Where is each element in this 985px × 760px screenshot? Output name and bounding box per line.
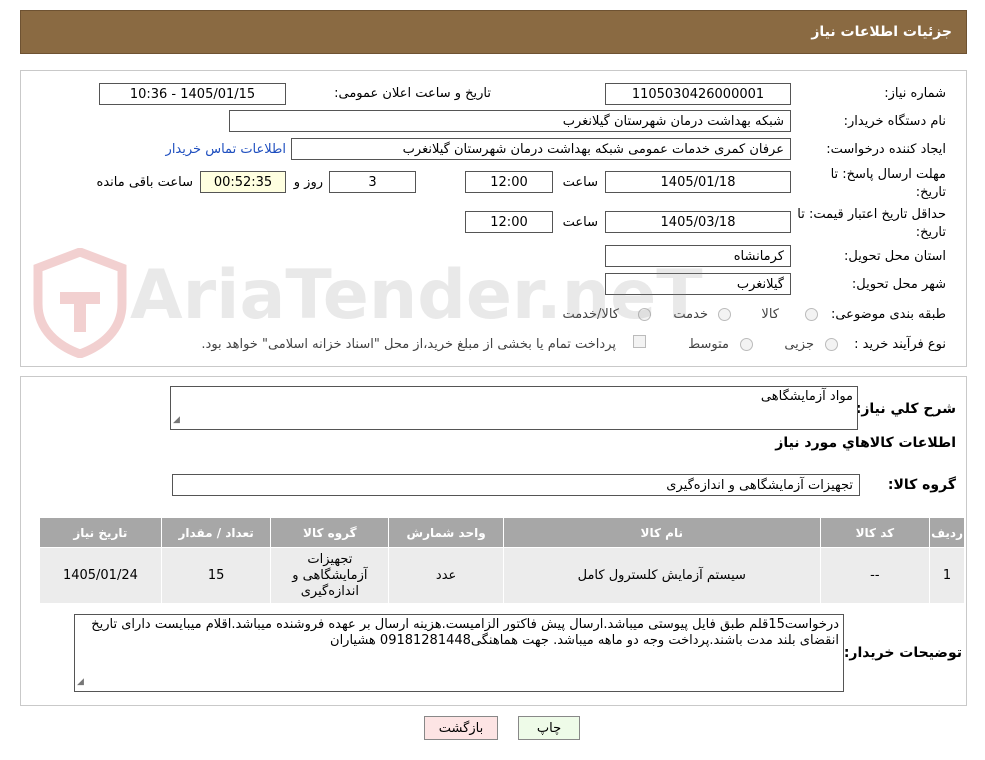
deadline-time-label: ساعت	[562, 175, 598, 190]
category-service-label: خدمت	[673, 307, 708, 322]
days-label: روز و	[293, 175, 323, 190]
page-header: جزئیات اطلاعات نیاز	[20, 10, 967, 54]
validity-time-label: ساعت	[562, 215, 598, 230]
province-field[interactable]: کرمانشاه	[605, 245, 791, 267]
category-both-radio[interactable]	[638, 308, 651, 321]
col-group: گروه کالا	[270, 517, 390, 548]
col-row-number: ردیف	[929, 517, 965, 548]
category-goods-radio[interactable]	[805, 308, 818, 321]
cell-item-name: سیستم آزمایش کلسترول کامل	[502, 547, 821, 604]
process-minor-radio[interactable]	[825, 338, 838, 351]
request-info-panel: شماره نیاز: 1105030426000001 تاریخ و ساع…	[20, 70, 967, 367]
col-quantity: تعداد / مقدار	[160, 517, 272, 548]
summary-textarea[interactable]: مواد آزمایشگاهی ◢	[170, 386, 858, 430]
back-button[interactable]: بازگشت	[424, 716, 498, 740]
buyer-contact-link[interactable]: اطلاعات تماس خریدار	[166, 142, 286, 157]
need-number-label: شماره نیاز:	[884, 86, 946, 101]
validity-label: حداقل تاریخ اعتبار قیمت: تا تاریخ:	[797, 207, 946, 240]
category-goods-label: کالا	[761, 307, 779, 322]
creator-field[interactable]: عرفان کمری خدمات عمومی شبکه بهداشت درمان…	[291, 138, 791, 160]
category-both-label: کالا/خدمت	[562, 307, 619, 322]
cell-group: تجهیزات آزمایشگاهی و اندازه‌گیری	[270, 547, 390, 604]
announce-datetime-field[interactable]: 1405/01/15 - 10:36	[99, 83, 286, 105]
buyer-notes-text: درخواست15قلم طبق فایل پیوستی میباشد.ارسا…	[91, 617, 839, 648]
city-label: شهر محل تحویل:	[851, 277, 946, 292]
resize-grip-icon[interactable]: ◢	[173, 412, 180, 428]
goods-table-header: ردیف کد کالا نام کالا واحد شمارش گروه کا…	[39, 517, 965, 548]
col-item-code: کد کالا	[819, 517, 931, 548]
print-button[interactable]: چاپ	[518, 716, 580, 740]
buyer-notes-textarea[interactable]: درخواست15قلم طبق فایل پیوستی میباشد.ارسا…	[74, 614, 844, 692]
process-medium-radio[interactable]	[740, 338, 753, 351]
remaining-label: ساعت باقی مانده	[96, 175, 193, 190]
summary-label: شرح کلي نیاز:	[855, 401, 956, 417]
buyer-notes-label: توضیحات خریدار:	[843, 645, 962, 661]
category-service-radio[interactable]	[718, 308, 731, 321]
cell-quantity: 15	[160, 547, 272, 604]
col-item-name: نام کالا	[502, 517, 821, 548]
days-field[interactable]: 3	[329, 171, 416, 193]
buyer-label: نام دستگاه خریدار:	[843, 114, 946, 129]
cell-row-number: 1	[929, 547, 965, 604]
goods-details-panel: شرح کلي نیاز: مواد آزمایشگاهی ◢ اطلاعات …	[20, 376, 967, 706]
goods-group-label: گروه کالا:	[887, 477, 956, 493]
deadline-time-field[interactable]: 12:00	[465, 171, 553, 193]
need-number-field[interactable]: 1105030426000001	[605, 83, 791, 105]
goods-group-field[interactable]: تجهیزات آزمایشگاهی و اندازه‌گیری	[172, 474, 860, 496]
buyer-field[interactable]: شبکه بهداشت درمان شهرستان گیلانغرب	[229, 110, 791, 132]
resize-grip-icon[interactable]: ◢	[77, 674, 84, 690]
validity-time-field[interactable]: 12:00	[465, 211, 553, 233]
creator-label: ایجاد کننده درخواست:	[826, 142, 946, 157]
treasury-payment-checkbox[interactable]	[633, 335, 646, 348]
cell-item-code: --	[819, 547, 931, 604]
summary-text: مواد آزمایشگاهی	[760, 389, 853, 404]
remaining-time-field[interactable]: 00:52:35	[200, 171, 286, 193]
table-row: 1 -- سیستم آزمایش کلسترول کامل عدد تجهیز…	[39, 547, 965, 604]
treasury-payment-note: پرداخت تمام یا بخشی از مبلغ خرید،از محل …	[201, 337, 616, 352]
col-unit: واحد شمارش	[388, 517, 504, 548]
validity-date-field[interactable]: 1405/03/18	[605, 211, 791, 233]
process-minor-label: جزیی	[784, 337, 814, 352]
city-field[interactable]: گیلانغرب	[605, 273, 791, 295]
cell-need-date: 1405/01/24	[39, 547, 162, 604]
category-label: طبقه بندی موضوعی:	[830, 307, 946, 322]
announce-label: تاریخ و ساعت اعلان عمومی:	[334, 86, 491, 101]
page-title: جزئیات اطلاعات نیاز	[811, 24, 952, 40]
goods-info-title: اطلاعات کالاهاي مورد نیاز	[775, 435, 956, 451]
col-need-date: تاریخ نیاز	[39, 517, 162, 548]
process-label: نوع فرآیند خرید :	[854, 337, 946, 352]
goods-table: ردیف کد کالا نام کالا واحد شمارش گروه کا…	[39, 517, 965, 604]
process-medium-label: متوسط	[688, 337, 729, 352]
deadline-date-field[interactable]: 1405/01/18	[605, 171, 791, 193]
province-label: استان محل تحویل:	[844, 249, 946, 264]
deadline-label: مهلت ارسال پاسخ: تا تاریخ:	[830, 167, 946, 200]
cell-unit: عدد	[388, 547, 504, 604]
